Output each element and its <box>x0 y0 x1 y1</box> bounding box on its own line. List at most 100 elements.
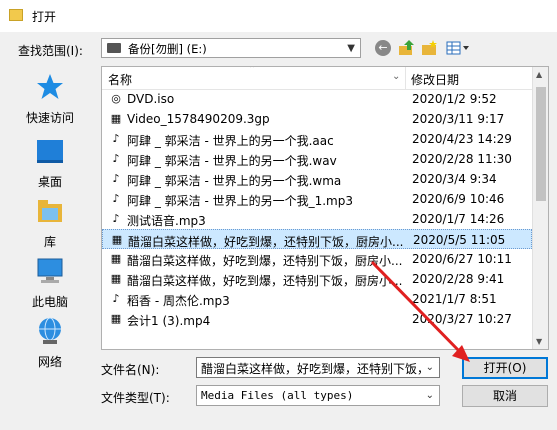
file-date: 2020/3/27 10:27 <box>412 312 512 326</box>
open-button[interactable]: 打开(O) <box>462 357 548 379</box>
file-name: 会计1 (3).mp4 <box>127 314 211 328</box>
column-date-header[interactable]: 修改日期 <box>411 71 459 88</box>
sidebar-item-quick-access[interactable]: 快速访问 <box>8 72 92 126</box>
file-name: 测试语音.mp3 <box>127 214 206 228</box>
file-list-header: ⌃ 名称 ⌄ 修改日期 <box>102 67 532 90</box>
filetype-label: 文件类型(T): <box>101 391 170 405</box>
column-name-header[interactable]: 名称 <box>108 71 132 88</box>
file-row[interactable]: ♪ 阿肆 _ 郭采洁 - 世界上的另一个我.wav 2020/2/28 11:30 <box>102 149 532 169</box>
sidebar-label: 桌面 <box>37 175 62 189</box>
file-name: 稻香 - 周杰伦.mp3 <box>127 294 230 308</box>
file-row[interactable]: ▦ 醋溜白菜这样做，好吃到爆，还特别下饭，厨房小... 2020/2/28 9:41 <box>102 269 532 289</box>
sidebar-item-network[interactable]: 网络 <box>8 316 92 370</box>
scroll-down-icon[interactable]: ▼ <box>536 337 542 346</box>
new-folder-icon <box>422 40 437 55</box>
view-menu-button[interactable] <box>446 39 472 57</box>
lookin-label: 查找范围(I): <box>18 44 83 58</box>
video-file-icon: ▦ <box>111 233 123 246</box>
file-name: 醋溜白菜这样做，好吃到爆，还特别下饭，厨房小... <box>127 274 402 288</box>
file-name: 阿肆 _ 郭采洁 - 世界上的另一个我_1.mp3 <box>127 194 353 208</box>
file-row[interactable]: ♪ 稻香 - 周杰伦.mp3 2021/1/7 8:51 <box>102 289 532 309</box>
file-date: 2020/4/23 14:29 <box>412 132 512 146</box>
file-date: 2020/2/28 9:41 <box>412 272 505 286</box>
file-row[interactable]: ♪ 阿肆 _ 郭采洁 - 世界上的另一个我.wma 2020/3/4 9:34 <box>102 169 532 189</box>
file-name: 醋溜白菜这样做，好吃到爆，还特别下饭，厨房小... <box>128 235 403 249</box>
scroll-up-icon[interactable]: ▲ <box>536 70 542 79</box>
sidebar-label: 网络 <box>37 355 62 369</box>
chevron-down-icon: ▼ <box>347 43 355 54</box>
chevron-down-icon[interactable]: ⌄ <box>392 71 400 82</box>
filetype-select[interactable]: Media Files (all types) ⌄ <box>196 385 440 406</box>
file-list[interactable]: ⌃ 名称 ⌄ 修改日期 ◎ DVD.iso 2020/1/2 9:52 ▦ Video_… <box>101 66 549 350</box>
library-icon <box>38 200 62 222</box>
desktop-icon <box>37 140 63 163</box>
drive-icon <box>107 43 121 53</box>
audio-file-icon: ♪ <box>112 292 120 305</box>
window-title: 打开 <box>32 10 57 24</box>
file-date: 2020/3/4 9:34 <box>412 172 497 186</box>
chevron-down-icon: ⌄ <box>425 390 434 401</box>
file-date: 2020/6/9 10:46 <box>412 192 505 206</box>
filename-label: 文件名(N): <box>101 363 160 377</box>
cancel-button[interactable]: 取消 <box>462 385 548 407</box>
file-name: DVD.iso <box>127 92 175 106</box>
sidebar-label: 快速访问 <box>25 111 74 125</box>
filetype-value: Media Files (all types) <box>201 389 354 402</box>
filename-input[interactable]: 醋溜白菜这样做，好吃到爆，还特别下饭， ⌄ <box>196 357 440 378</box>
audio-file-icon: ♪ <box>112 172 120 185</box>
audio-file-icon: ♪ <box>112 132 120 145</box>
file-name: Video_1578490209.3gp <box>127 112 270 126</box>
back-button[interactable]: ← <box>374 39 392 57</box>
file-row[interactable]: ♪ 阿肆 _ 郭采洁 - 世界上的另一个我_1.mp3 2020/6/9 10:46 <box>102 189 532 209</box>
video-file-icon: ▦ <box>110 252 122 265</box>
lookin-combo[interactable]: 备份[勿删] (E:) ▼ <box>101 38 361 58</box>
scrollbar-thumb[interactable] <box>536 87 546 201</box>
file-date: 2020/5/5 11:05 <box>413 233 506 247</box>
lookin-value: 备份[勿删] (E:) <box>128 42 207 56</box>
chevron-down-icon[interactable]: ⌄ <box>426 362 434 373</box>
file-date: 2020/1/7 14:26 <box>412 212 505 226</box>
audio-file-icon: ♪ <box>112 152 120 165</box>
audio-file-icon: ♪ <box>112 192 120 205</box>
vertical-scrollbar[interactable]: ▲ ▼ <box>532 67 548 349</box>
file-name: 阿肆 _ 郭采洁 - 世界上的另一个我.wma <box>127 174 342 188</box>
up-folder-button[interactable] <box>398 39 416 57</box>
audio-file-icon: ♪ <box>112 212 120 225</box>
file-row[interactable]: ♪ 阿肆 _ 郭采洁 - 世界上的另一个我.aac 2020/4/23 14:29 <box>102 129 532 149</box>
column-divider[interactable] <box>405 67 406 89</box>
file-date: 2020/6/27 10:11 <box>412 252 512 266</box>
back-arrow-icon: ← <box>375 40 391 56</box>
video-file-icon: ▦ <box>110 112 122 125</box>
disc-file-icon: ◎ <box>111 92 121 105</box>
file-name: 醋溜白菜这样做，好吃到爆，还特别下饭，厨房小... <box>127 254 402 268</box>
file-date: 2020/1/2 9:52 <box>412 92 497 106</box>
sidebar-label: 此电脑 <box>31 295 68 309</box>
file-row[interactable]: ▦ 醋溜白菜这样做，好吃到爆，还特别下饭，厨房小... 2020/5/5 11:05 <box>102 229 532 249</box>
network-icon <box>39 317 61 344</box>
video-file-icon: ▦ <box>110 272 122 285</box>
places-sidebar: 快速访问 桌面 库 此电脑 网络 <box>8 66 92 378</box>
up-folder-icon <box>399 40 414 55</box>
file-row[interactable]: ◎ DVD.iso 2020/1/2 9:52 <box>102 89 532 109</box>
file-name: 阿肆 _ 郭采洁 - 世界上的另一个我.wav <box>127 154 337 168</box>
computer-icon <box>37 258 63 283</box>
sidebar-item-desktop[interactable]: 桌面 <box>8 136 92 190</box>
title-bar: 打开 <box>0 0 557 32</box>
sidebar-item-this-pc[interactable]: 此电脑 <box>8 256 92 310</box>
star-icon <box>37 74 63 99</box>
file-row[interactable]: ▦ 会计1 (3).mp4 2020/3/27 10:27 <box>102 309 532 329</box>
folder-icon <box>9 9 23 21</box>
file-row[interactable]: ▦ Video_1578490209.3gp 2020/3/11 9:17 <box>102 109 532 129</box>
file-row[interactable]: ♪ 测试语音.mp3 2020/1/7 14:26 <box>102 209 532 229</box>
filename-value: 醋溜白菜这样做，好吃到爆，还特别下饭， <box>201 362 421 376</box>
file-date: 2020/3/11 9:17 <box>412 112 505 126</box>
view-grid-icon <box>446 41 469 55</box>
file-date: 2020/2/28 11:30 <box>412 152 512 166</box>
sidebar-label: 库 <box>43 235 56 249</box>
file-name: 阿肆 _ 郭采洁 - 世界上的另一个我.aac <box>127 134 334 148</box>
file-date: 2021/1/7 8:51 <box>412 292 497 306</box>
new-folder-button[interactable] <box>421 39 439 57</box>
sort-ascending-icon: ⌃ <box>248 66 257 75</box>
sidebar-item-libraries[interactable]: 库 <box>8 196 92 250</box>
file-row[interactable]: ▦ 醋溜白菜这样做，好吃到爆，还特别下饭，厨房小... 2020/6/27 10:1… <box>102 249 532 269</box>
